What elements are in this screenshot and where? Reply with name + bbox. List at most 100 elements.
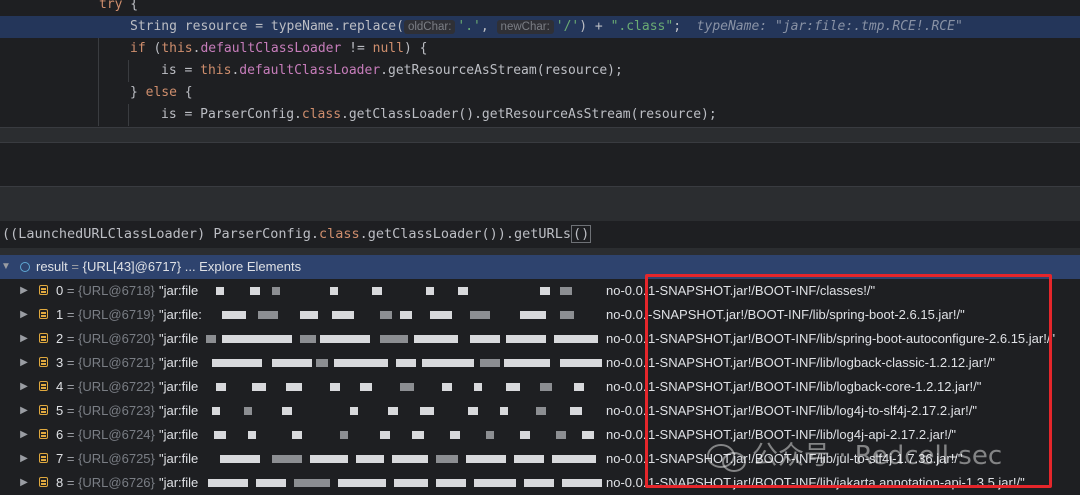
keyword: this	[200, 63, 232, 78]
keyword: class	[301, 107, 342, 122]
keyword: try	[99, 0, 123, 12]
redaction-block	[256, 479, 286, 487]
redaction-block	[350, 407, 358, 415]
redaction-block	[504, 359, 550, 367]
keyword: if	[130, 41, 146, 56]
redaction-block	[552, 455, 596, 463]
url-value-mid: no-0.0.	[606, 307, 647, 322]
object-id: {URL@6726}	[78, 475, 155, 490]
object-id: {URL@6725}	[78, 451, 155, 466]
redaction-block	[582, 431, 594, 439]
redaction-block	[222, 335, 292, 343]
redaction-block	[514, 455, 544, 463]
object-id: {URL@6719}	[78, 307, 155, 322]
object-id: {URL@6724}	[78, 427, 155, 442]
redaction-block	[486, 431, 494, 439]
code-text: }	[130, 85, 146, 100]
chevron-right-icon[interactable]: ▶	[18, 375, 30, 399]
chevron-right-icon[interactable]: ▶	[18, 471, 30, 495]
code-line-if[interactable]: if (this.defaultClassLoader != null) {	[0, 38, 1080, 60]
redaction-block	[310, 455, 348, 463]
redaction-block	[430, 311, 452, 319]
explore-elements-link[interactable]: ... Explore Elements	[181, 259, 301, 274]
object-id: {URL@6721}	[78, 355, 155, 370]
chevron-right-icon[interactable]: ▶	[18, 423, 30, 447]
url-value-start: "jar:file	[159, 475, 199, 490]
url-value-start: "jar:file	[159, 355, 199, 370]
redaction-block	[330, 287, 338, 295]
redacted-area	[204, 399, 604, 423]
redaction-block	[520, 311, 546, 319]
object-id: {URL@6723}	[78, 403, 155, 418]
code-text: .getResourceAsStream(resource);	[380, 63, 623, 78]
redaction-block	[574, 383, 584, 391]
redaction-block	[450, 431, 460, 439]
code-line-assign-1[interactable]: is = this.defaultClassLoader.getResource…	[0, 60, 1080, 82]
code-text: {	[176, 85, 193, 100]
redaction-block	[480, 359, 500, 367]
chevron-right-icon[interactable]: ▶	[18, 447, 30, 471]
url-value-mid: no-0.0.	[606, 331, 647, 346]
panel-gap	[0, 128, 1080, 142]
code-text: ;	[673, 19, 682, 34]
evaluate-expression-field[interactable]: ((LaunchedURLClassLoader) ParserConfig.c…	[0, 221, 1080, 248]
field-icon	[39, 477, 48, 487]
empty-panel	[0, 143, 1080, 186]
code-text: ) {	[403, 41, 428, 56]
redaction-block	[442, 383, 452, 391]
redaction-block	[300, 311, 318, 319]
redaction-block	[506, 335, 546, 343]
equals-sign: =	[67, 259, 83, 274]
redaction-block	[244, 407, 252, 415]
code-text: is = ParserConfig.	[161, 107, 302, 122]
variable-name: result	[36, 259, 68, 274]
chevron-right-icon[interactable]: ▶	[18, 327, 30, 351]
redaction-block	[458, 287, 468, 295]
redaction-block	[540, 287, 550, 295]
redaction-block	[556, 431, 566, 439]
code-editor[interactable]: try { String resource = typeName.replace…	[0, 0, 1080, 127]
redacted-area	[204, 327, 604, 351]
url-value-mid: no-0.0.	[606, 427, 647, 442]
redaction-block	[380, 335, 408, 343]
code-line-else[interactable]: } else {	[0, 82, 1080, 104]
url-value-start: "jar:file:	[159, 307, 202, 322]
redaction-block	[560, 311, 574, 319]
redaction-block	[400, 311, 412, 319]
code-line-current[interactable]: String resource = typeName.replace(oldCh…	[0, 16, 1080, 38]
chevron-right-icon[interactable]: ▶	[18, 303, 30, 327]
code-line-assign-2[interactable]: is = ParserConfig.class.getClassLoader()…	[0, 104, 1080, 126]
redaction-block	[340, 431, 348, 439]
redacted-area	[204, 279, 604, 303]
redaction-block	[436, 455, 458, 463]
redaction-block	[500, 407, 508, 415]
url-value-start: "jar:file	[159, 379, 199, 394]
redaction-block	[300, 335, 316, 343]
panel-gap	[0, 248, 1080, 255]
redaction-block	[380, 431, 390, 439]
redaction-block	[212, 407, 220, 415]
field-icon	[39, 405, 48, 415]
chevron-right-icon[interactable]: ▶	[18, 351, 30, 375]
redaction-block	[332, 311, 354, 319]
chevron-down-icon[interactable]: ▼	[0, 255, 12, 279]
redaction-block	[562, 479, 602, 487]
redaction-block	[414, 335, 458, 343]
redaction-block	[520, 431, 530, 439]
redacted-area	[204, 447, 604, 471]
redaction-block	[372, 287, 382, 295]
paren-match: ()	[570, 225, 592, 243]
chevron-right-icon[interactable]: ▶	[18, 279, 30, 303]
chevron-right-icon[interactable]: ▶	[18, 399, 30, 423]
redacted-area	[204, 471, 604, 495]
watermark: 公众号 · Redcell-sec	[752, 441, 1003, 471]
field-icon	[39, 333, 48, 343]
field-icon	[39, 453, 48, 463]
redacted-area	[204, 351, 604, 375]
code-text: (	[145, 41, 162, 56]
field-name: defaultClassLoader	[200, 41, 342, 56]
redaction-block	[394, 479, 428, 487]
wechat-icon	[707, 444, 746, 472]
field-icon	[39, 429, 48, 439]
code-line-try[interactable]: try {	[0, 0, 1080, 16]
